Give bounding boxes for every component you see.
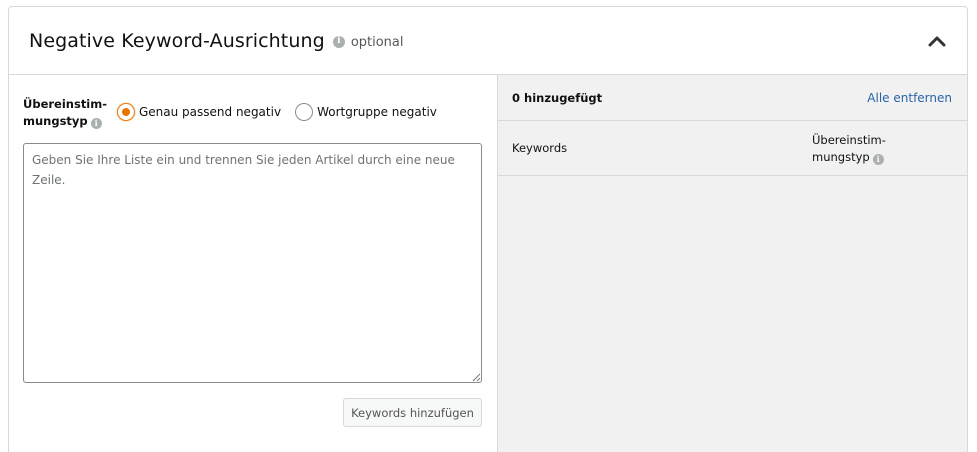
match-type-radio-group: Genau passend negativ Wortgruppe negativ — [117, 103, 451, 121]
remove-all-link[interactable]: Alle entfernen — [867, 91, 952, 105]
radio-exact-negative[interactable]: Genau passend negativ — [117, 103, 281, 121]
column-match-line2: mungstyp — [812, 150, 870, 164]
chevron-up-icon — [928, 36, 946, 47]
section-title: Negative Keyword-Ausrichtung — [29, 29, 325, 52]
radio-dot — [122, 108, 130, 116]
match-type-label-line2: mungstyp — [23, 114, 88, 128]
column-match-line1: Übereinstim- — [812, 133, 886, 147]
column-keywords: Keywords — [512, 141, 568, 155]
add-keywords-button[interactable]: Keywords hinzufügen — [343, 398, 482, 427]
column-match-type: Übereinstim- mungstyp i — [812, 132, 886, 166]
negative-keyword-panel: Negative Keyword-Ausrichtung i optional … — [8, 6, 968, 452]
radio-button[interactable] — [295, 103, 314, 121]
keyword-entry-area: Übereinstim- mungstyp i Genau passend neg… — [9, 75, 497, 452]
info-icon[interactable]: i — [90, 117, 102, 129]
optional-label: optional — [350, 35, 404, 50]
radio-button-selected[interactable] — [117, 103, 135, 121]
added-table-header: Keywords Übereinstim- mungstyp i — [498, 121, 967, 176]
added-header: 0 hinzugefügt Alle entfernen — [498, 75, 967, 121]
added-count: 0 hinzugefügt — [512, 90, 603, 105]
collapse-button[interactable] — [925, 31, 949, 51]
info-icon[interactable]: i — [332, 35, 345, 48]
section-header: Negative Keyword-Ausrichtung i optional — [9, 7, 967, 75]
match-type-label-line1: Übereinstim- — [23, 97, 108, 111]
info-icon[interactable]: i — [872, 153, 884, 165]
match-type-label: Übereinstim- mungstyp i — [23, 96, 113, 130]
radio-label: Wortgruppe negativ — [317, 105, 437, 119]
radio-label: Genau passend negativ — [139, 105, 282, 119]
keyword-textarea[interactable] — [23, 143, 482, 383]
added-keywords-panel: 0 hinzugefügt Alle entfernen Keywords Üb… — [497, 75, 967, 452]
radio-phrase-negative[interactable]: Wortgruppe negativ — [295, 103, 437, 121]
